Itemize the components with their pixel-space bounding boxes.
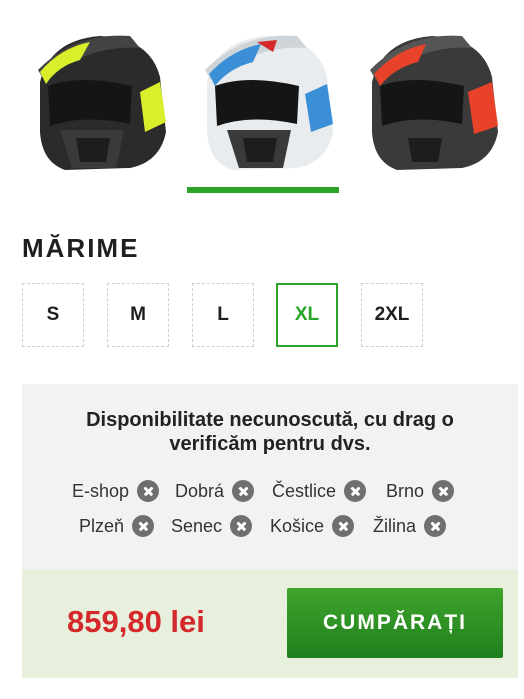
variant-thumbnails: [20, 22, 510, 182]
store-plzen: Plzeň: [79, 515, 155, 537]
helmet-image: [38, 35, 166, 170]
store-kosice: Košice: [270, 515, 355, 537]
store-dobra: Dobrá: [175, 480, 255, 502]
store-name: E-shop: [72, 480, 130, 501]
store-eshop: E-shop: [72, 480, 160, 502]
unavailable-icon: [332, 515, 355, 537]
helmet-thumbnail-yellow[interactable]: [20, 22, 176, 182]
size-option-s[interactable]: S: [22, 283, 84, 347]
store-brno: Brno: [386, 480, 455, 502]
helmet-thumbnail-blue[interactable]: [187, 22, 343, 182]
active-thumbnail-indicator: [187, 187, 339, 193]
store-cestlice: Čestlice: [272, 480, 367, 502]
unavailable-icon: [344, 480, 367, 502]
unavailable-icon: [230, 515, 253, 537]
helmet-image: [370, 35, 498, 170]
store-name: Košice: [270, 515, 325, 536]
size-title: MĂRIME: [22, 233, 140, 263]
store-name: Senec: [171, 515, 223, 536]
size-option-m[interactable]: M: [107, 283, 169, 347]
availability-message: Disponibilitate necunoscută, cu drag o v…: [86, 409, 454, 455]
unavailable-icon: [232, 480, 255, 502]
size-option-l[interactable]: L: [192, 283, 254, 347]
helmet-thumbnail-red[interactable]: [352, 22, 508, 182]
helmet-image: [205, 35, 333, 170]
unavailable-icon: [424, 515, 447, 537]
store-name: Plzeň: [79, 515, 125, 536]
unavailable-icon: [137, 480, 160, 502]
store-name: Čestlice: [272, 480, 337, 501]
store-name: Žilina: [373, 515, 417, 536]
store-name: Dobrá: [175, 480, 225, 501]
store-senec: Senec: [171, 515, 253, 537]
store-zilina: Žilina: [373, 515, 447, 537]
unavailable-icon: [432, 480, 455, 502]
availability-panel: Disponibilitate necunoscută, cu drag o v…: [22, 384, 518, 570]
size-option-xl[interactable]: XL: [276, 283, 338, 347]
store-name: Brno: [386, 480, 425, 501]
purchase-bar: 859,80 lei CUMPĂRAȚI: [22, 570, 518, 678]
unavailable-icon: [132, 515, 155, 537]
size-option-2xl[interactable]: 2XL: [361, 283, 423, 347]
buy-button[interactable]: CUMPĂRAȚI: [287, 588, 503, 658]
product-price: 859,80 lei: [67, 604, 205, 639]
